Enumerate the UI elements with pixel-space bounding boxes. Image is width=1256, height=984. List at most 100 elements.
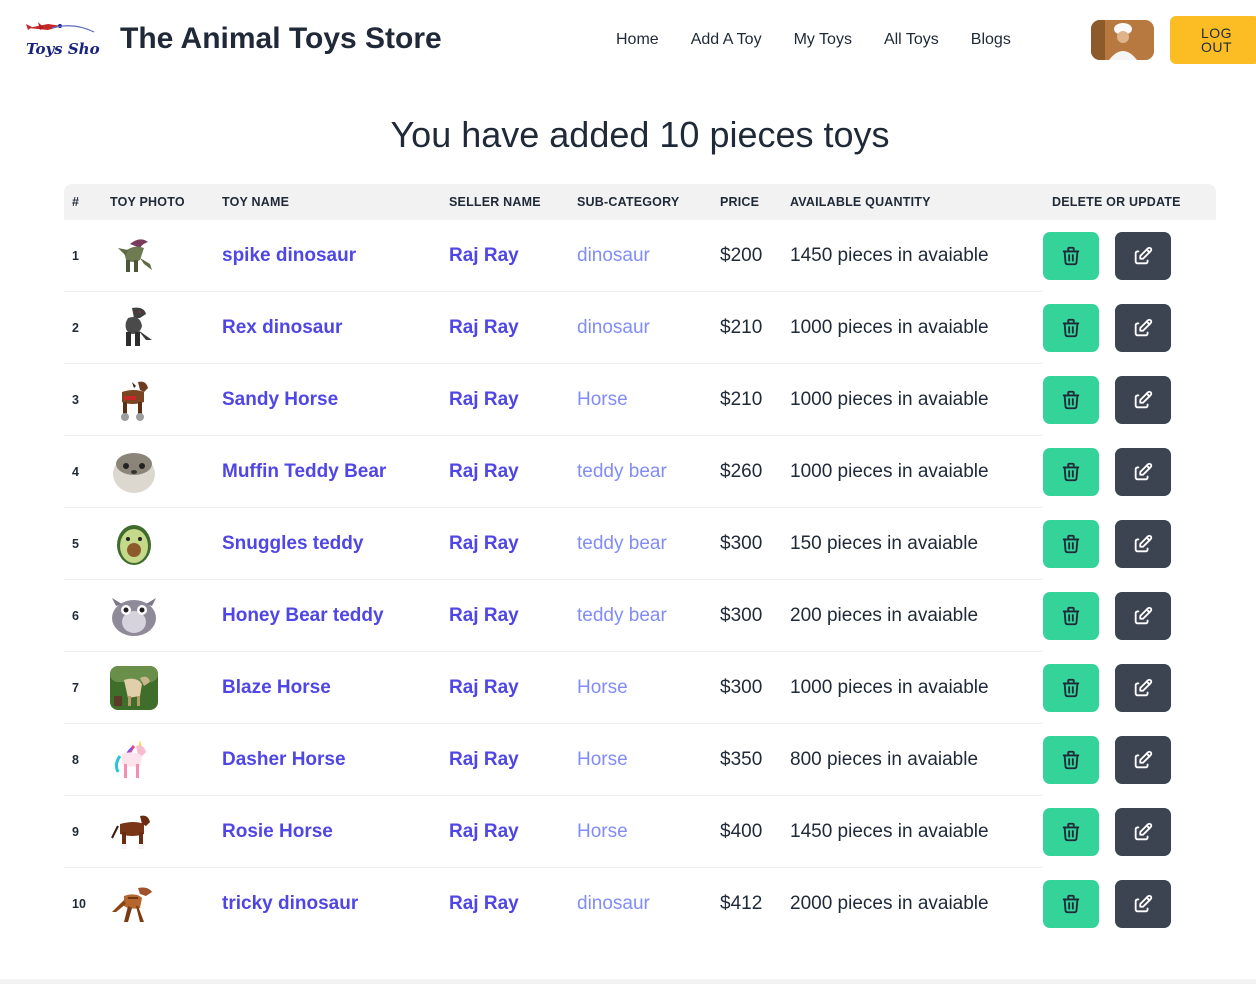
trash-icon [1060,677,1082,699]
toy-price: $210 [720,389,763,410]
seller-name-link[interactable]: Raj Ray [449,677,519,699]
toy-name-link[interactable]: Sandy Horse [222,389,338,411]
toy-photo-plush-avocado [110,522,158,566]
toy-photo-horse-clydesdale [110,810,158,854]
seller-name-link[interactable]: Raj Ray [449,605,519,627]
delete-button[interactable] [1043,232,1099,280]
sub-category-link[interactable]: Horse [577,821,628,843]
toy-name-link[interactable]: Muffin Teddy Bear [222,461,386,483]
table-row: 6 Honey Bear teddy Raj Ray teddy bear $300 20… [64,580,1216,652]
update-button[interactable] [1115,736,1171,784]
sub-category-link[interactable]: teddy bear [577,533,667,555]
toy-price: $210 [720,317,763,338]
delete-button[interactable] [1043,376,1099,424]
sub-category-link[interactable]: dinosaur [577,245,650,267]
delete-button[interactable] [1043,592,1099,640]
available-quantity: 1000 pieces in avaiable [790,317,989,338]
sub-category-link[interactable]: Horse [577,389,628,411]
update-button[interactable] [1115,592,1171,640]
delete-button[interactable] [1043,304,1099,352]
table-row: 5 Snuggles teddy Raj Ray teddy bear $300 150 … [64,508,1216,580]
available-quantity: 1450 pieces in avaiable [790,821,989,842]
toy-name-link[interactable]: Honey Bear teddy [222,605,384,627]
seller-name-link[interactable]: Raj Ray [449,245,519,267]
trash-icon [1060,821,1082,843]
toy-price: $200 [720,245,763,266]
row-number: 6 [72,609,79,623]
delete-button[interactable] [1043,448,1099,496]
table-body: 1 spike dinosaur Raj Ray dinosaur $200 1450 p… [64,220,1216,940]
toy-name-link[interactable]: Rosie Horse [222,821,333,843]
header-toy-name: TOY NAME [222,195,290,209]
available-quantity: 1000 pieces in avaiable [790,389,989,410]
toy-photo-dino-trex [110,306,158,350]
header-price: PRICE [720,195,760,209]
toy-photo-unicorn-rainbow [110,738,158,782]
page-bottom-divider [0,979,1256,984]
edit-icon [1132,245,1154,267]
sub-category-link[interactable]: teddy bear [577,461,667,483]
logout-button[interactable]: LOG OUT [1170,16,1256,64]
toy-price: $260 [720,461,763,482]
sub-category-link[interactable]: dinosaur [577,317,650,339]
sub-category-link[interactable]: teddy bear [577,605,667,627]
seller-name-link[interactable]: Raj Ray [449,749,519,771]
toy-name-link[interactable]: Snuggles teddy [222,533,363,555]
edit-icon [1132,749,1154,771]
seller-name-link[interactable]: Raj Ray [449,893,519,915]
edit-icon [1132,893,1154,915]
user-avatar[interactable] [1091,20,1154,60]
nav-add-a-toy[interactable]: Add A Toy [691,31,762,49]
nav-all-toys[interactable]: All Toys [884,31,939,49]
header-number: # [72,195,80,209]
seller-name-link[interactable]: Raj Ray [449,461,519,483]
toy-name-link[interactable]: Dasher Horse [222,749,346,771]
toy-name-link[interactable]: tricky dinosaur [222,893,358,915]
delete-button[interactable] [1043,880,1099,928]
row-number: 10 [72,897,86,911]
update-button[interactable] [1115,232,1171,280]
update-button[interactable] [1115,520,1171,568]
nav-links: Home Add A Toy My Toys All Toys Blogs [600,31,1027,49]
nav-blogs[interactable]: Blogs [971,31,1011,49]
delete-button[interactable] [1043,520,1099,568]
table-row: 9 Rosie Horse Raj Ray Horse $400 1450 pieces … [64,796,1216,868]
sub-category-link[interactable]: Horse [577,677,628,699]
delete-button[interactable] [1043,736,1099,784]
row-number: 7 [72,681,79,695]
sub-category-link[interactable]: dinosaur [577,893,650,915]
row-number: 1 [72,249,79,263]
edit-icon [1132,677,1154,699]
toy-name-link[interactable]: spike dinosaur [222,245,356,267]
update-button[interactable] [1115,376,1171,424]
toy-price: $300 [720,605,763,626]
update-button[interactable] [1115,448,1171,496]
seller-name-link[interactable]: Raj Ray [449,821,519,843]
header-seller-name: SELLER NAME [449,195,541,209]
available-quantity: 2000 pieces in avaiable [790,893,989,914]
toy-name-link[interactable]: Rex dinosaur [222,317,342,339]
toys-shop-logo[interactable]: Toys Shop [22,18,111,62]
toy-name-link[interactable]: Blaze Horse [222,677,331,699]
edit-icon [1132,821,1154,843]
toy-photo-horse-ride-on [110,378,158,422]
toy-price: $412 [720,893,763,914]
delete-button[interactable] [1043,664,1099,712]
seller-name-link[interactable]: Raj Ray [449,317,519,339]
seller-name-link[interactable]: Raj Ray [449,533,519,555]
seller-name-link[interactable]: Raj Ray [449,389,519,411]
table-row: 8 Dasher Horse Raj Ray Horse $350 800 pieces … [64,724,1216,796]
navbar: Toys Shop The Animal Toys Store Home Add… [0,0,1256,84]
nav-home[interactable]: Home [616,31,659,49]
update-button[interactable] [1115,664,1171,712]
available-quantity: 1000 pieces in avaiable [790,677,989,698]
table-header: # TOY PHOTO TOY NAME SELLER NAME SUB-CAT… [64,184,1216,220]
update-button[interactable] [1115,880,1171,928]
sub-category-link[interactable]: Horse [577,749,628,771]
delete-button[interactable] [1043,808,1099,856]
nav-my-toys[interactable]: My Toys [794,31,852,49]
update-button[interactable] [1115,304,1171,352]
store-title: The Animal Toys Store [120,22,442,55]
table-row: 1 spike dinosaur Raj Ray dinosaur $200 1450 p… [64,220,1216,292]
update-button[interactable] [1115,808,1171,856]
